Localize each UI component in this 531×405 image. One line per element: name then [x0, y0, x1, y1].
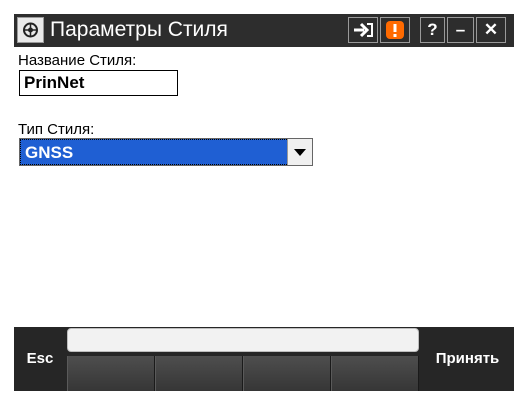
- app-screen: Параметры Стиля ? – ✕ Название Стиля: Pr…: [14, 14, 514, 391]
- esc-button[interactable]: Esc: [14, 327, 66, 391]
- function-key-2[interactable]: [155, 356, 243, 391]
- close-icon: ✕: [483, 20, 499, 39]
- warning-button[interactable]: [380, 17, 410, 43]
- style-type-label: Тип Стиля:: [18, 121, 95, 138]
- style-type-value: GNSS: [20, 139, 289, 165]
- help-button[interactable]: ?: [420, 17, 445, 43]
- accept-button[interactable]: Принять: [421, 327, 514, 391]
- dropdown-arrow-icon: [294, 149, 306, 156]
- title-bar: Параметры Стиля ? – ✕: [14, 14, 514, 47]
- style-type-select[interactable]: GNSS: [19, 138, 313, 166]
- warning-icon: [386, 21, 404, 39]
- softkey-bar: Esc Принять: [14, 327, 514, 391]
- login-button[interactable]: [348, 17, 378, 43]
- login-arrow-icon: [354, 22, 373, 38]
- function-keys: [67, 356, 419, 391]
- close-button[interactable]: ✕: [476, 17, 506, 43]
- function-key-3[interactable]: [243, 356, 331, 391]
- minimize-button[interactable]: –: [447, 17, 474, 43]
- style-name-input[interactable]: [19, 70, 178, 96]
- window-title: Параметры Стиля: [50, 18, 228, 41]
- style-name-label: Название Стиля:: [18, 52, 137, 69]
- status-strip: [67, 328, 419, 352]
- minimize-icon: –: [455, 20, 466, 39]
- dropdown-button[interactable]: [287, 139, 312, 165]
- function-key-4[interactable]: [331, 356, 419, 391]
- function-key-1[interactable]: [67, 356, 155, 391]
- help-icon: ?: [427, 20, 438, 39]
- trimble-app-icon[interactable]: [17, 17, 44, 43]
